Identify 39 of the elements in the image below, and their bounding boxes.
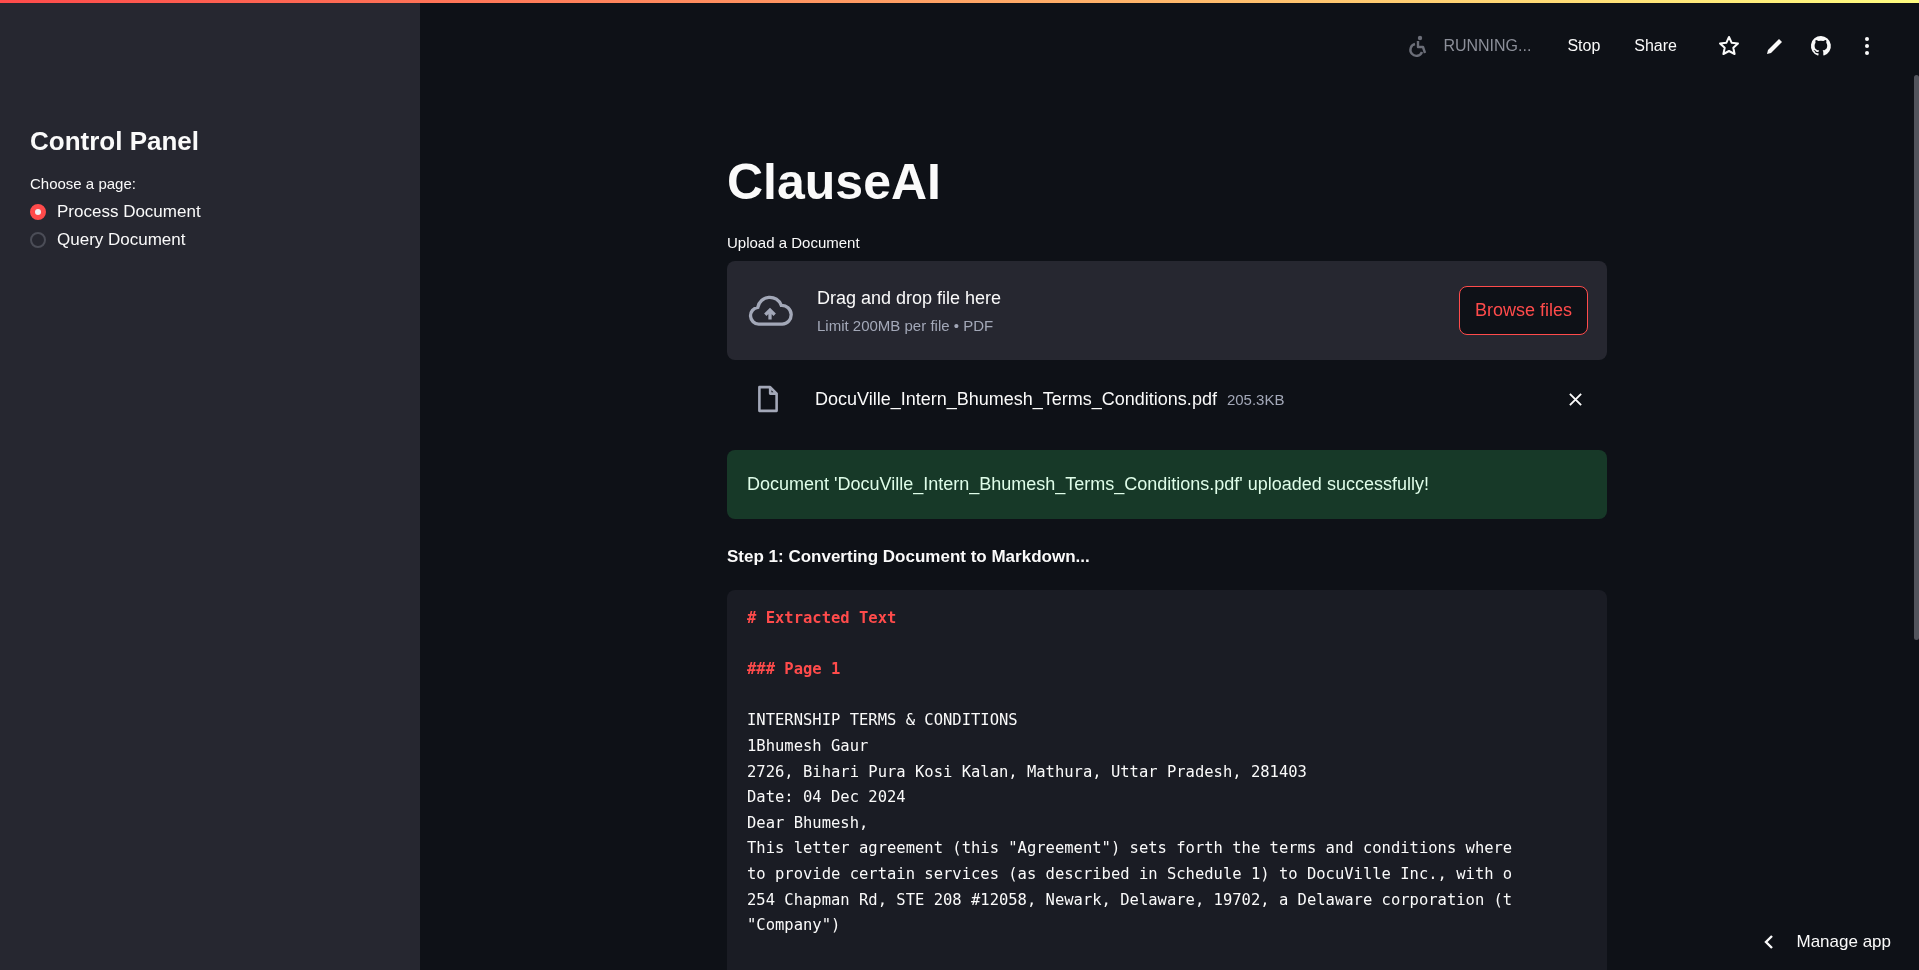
scrollbar-thumb[interactable] — [1914, 75, 1919, 640]
file-size: 205.3KB — [1226, 390, 1286, 408]
code-heading-line: ### Page 1 — [747, 659, 842, 681]
cloud-upload-icon — [747, 294, 793, 327]
header-button[interactable]: Stop — [1561, 33, 1607, 59]
github-icon[interactable] — [1809, 34, 1833, 58]
chevron-left-icon — [1764, 934, 1775, 950]
star-icon[interactable] — [1717, 34, 1741, 58]
file-dropzone[interactable]: Drag and drop file here Limit 200MB per file • PDF Browse files — [727, 261, 1607, 360]
manage-app-label: Manage app — [1796, 932, 1891, 952]
uploader-label: Upload a Document — [727, 234, 861, 251]
file-limit-hint: Limit 200MB per file • PDF — [817, 316, 995, 334]
dropzone-instruction: Drag and drop file here — [817, 287, 1003, 309]
radio-group-label: Choose a page: — [30, 175, 137, 192]
code-line: to provide certain services (as described in Schedule 1) to DocuVille Inc., with o — [747, 863, 1514, 885]
code-heading-line: # Extracted Text — [747, 608, 898, 629]
radio-button[interactable] — [30, 204, 46, 220]
radio-button[interactable] — [30, 232, 46, 248]
code-line: Date: 04 Dec 2024 — [747, 787, 907, 809]
close-icon[interactable] — [1568, 391, 1583, 407]
browse-files-button[interactable]: Browse files — [1458, 286, 1588, 335]
code-line: 254 Chapman Rd, STE 208 #12058, Newark, Delaware, 19702, a Delaware corporation (t — [747, 889, 1514, 911]
code-line: This letter agreement (this "Agreement") sets forth the terms and conditions where — [747, 838, 1514, 860]
code-line: INTERNSHIP TERMS & CONDITIONS — [747, 710, 1019, 732]
code-line: Dear Bhumesh, — [747, 812, 870, 834]
code-line: 1Bhumesh Gaur — [747, 735, 870, 757]
running-status: RUNNING... — [1443, 37, 1532, 55]
code-line: 2726, Bihari Pura Kosi Kalan, Mathura, Uttar Pradesh, 281403 — [747, 761, 1308, 783]
code-line: "Company") — [747, 915, 842, 937]
sidebar-title: Control Panel — [30, 126, 200, 157]
header-button[interactable]: Share — [1628, 33, 1683, 59]
radio-option-label[interactable]: Query Document — [57, 230, 186, 250]
file-name: DocuVille_Intern_Bhumesh_Terms_Conditions.pdf — [815, 388, 1217, 410]
app-title: ClauseAI — [727, 153, 942, 212]
file-icon — [757, 385, 779, 413]
radio-option-label[interactable]: Process Document — [57, 202, 201, 222]
manage-app-button[interactable]: Manage app — [1764, 932, 1891, 952]
success-alert: Document 'DocuVille_Intern_Bhumesh_Terms_Conditions.pdf' uploaded successfully! — [727, 450, 1607, 519]
step-heading: Step 1: Converting Document to Markdown... — [727, 547, 1091, 567]
